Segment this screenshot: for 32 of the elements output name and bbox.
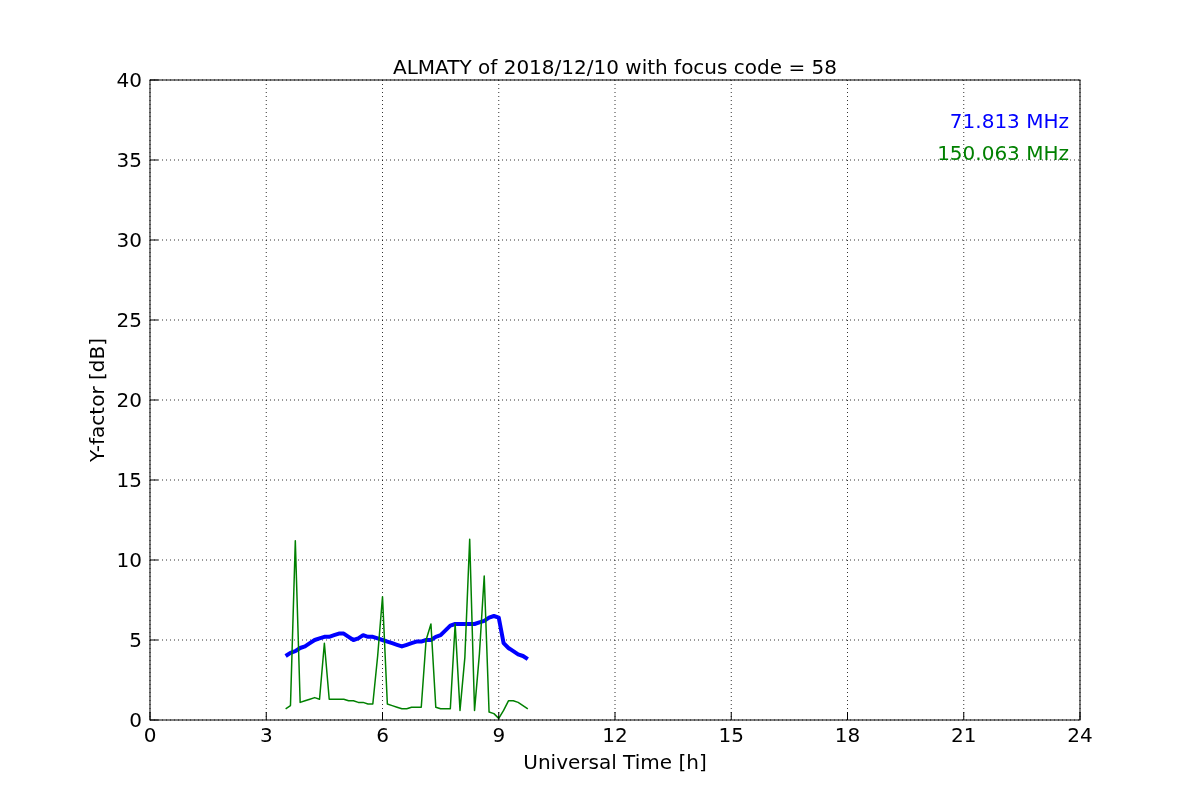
tick-label: 18 (834, 723, 861, 747)
chart-title: ALMATY of 2018/12/10 with focus code = 58 (393, 55, 837, 79)
tick-mark (498, 711, 500, 721)
tick-mark (1079, 711, 1081, 721)
tick-label: 25 (116, 308, 142, 332)
tick-label: 6 (376, 723, 389, 747)
tick-label: 3 (259, 723, 273, 747)
tick-label: 0 (129, 708, 142, 732)
legend-label: 71.813 MHz (949, 109, 1069, 133)
tick-label: 40 (116, 68, 142, 92)
tick-mark (265, 711, 267, 721)
tick-mark (382, 711, 383, 721)
tick-label: 10 (116, 548, 142, 572)
tick-label: 0 (143, 723, 157, 747)
tick-label: 35 (116, 148, 142, 172)
tick-label: 9 (492, 723, 506, 747)
x-axis-label: Universal Time [h] (523, 750, 707, 774)
tick-label: 30 (116, 228, 142, 252)
y-axis-label: Y-factor [dB] (85, 338, 109, 462)
tick-mark (730, 711, 732, 721)
tick-label: 20 (116, 388, 142, 412)
tick-label: 21 (951, 723, 977, 747)
tick-mark (614, 711, 616, 721)
tick-label: 5 (129, 628, 142, 652)
tick-label: 12 (602, 723, 628, 747)
legend-label: 150.063 MHz (937, 141, 1069, 165)
tick-label: 15 (116, 468, 142, 492)
tick-mark (847, 711, 848, 721)
tick-mark (963, 711, 965, 721)
tick-mark (149, 79, 159, 81)
tick-label: 24 (1067, 723, 1093, 747)
tick-label: 15 (718, 723, 744, 747)
